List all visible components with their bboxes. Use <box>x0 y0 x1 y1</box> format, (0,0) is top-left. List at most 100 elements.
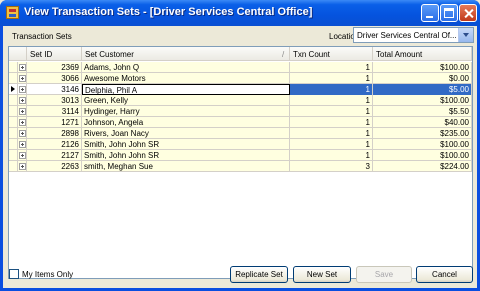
table-row[interactable]: 3114 Hydinger, Harry 1 $5.50 <box>9 106 472 117</box>
customer-cell[interactable]: Hydinger, Harry <box>82 106 290 117</box>
txn-count-cell[interactable]: 1 <box>290 62 373 73</box>
total-amount-cell[interactable]: $0.00 <box>373 73 472 84</box>
row-indicator[interactable] <box>9 73 18 84</box>
table-row[interactable]: 2126 Smith, John John SR 1 $100.00 <box>9 139 472 150</box>
column-header-set-customer-label: Set Customer <box>85 50 134 59</box>
table-row[interactable]: 3013 Green, Kelly 1 $100.00 <box>9 95 472 106</box>
maximize-button[interactable] <box>440 4 458 22</box>
close-button[interactable] <box>459 4 477 22</box>
row-indicator[interactable] <box>9 95 18 106</box>
customer-cell[interactable]: Smith, John John SR <box>82 150 290 161</box>
set-id-cell[interactable]: 2898 <box>27 128 82 139</box>
txn-count-cell[interactable]: 1 <box>290 117 373 128</box>
title-bar[interactable]: View Transaction Sets - [Driver Services… <box>0 0 480 26</box>
row-indicator[interactable] <box>9 150 18 161</box>
row-indicator[interactable] <box>9 117 18 128</box>
row-expand-cell[interactable] <box>18 95 27 106</box>
customer-cell[interactable]: Awesome Motors <box>82 73 290 84</box>
txn-count-cell[interactable]: 1 <box>290 128 373 139</box>
set-id-cell[interactable]: 3146 <box>27 84 82 95</box>
chevron-down-icon[interactable] <box>458 28 473 42</box>
cancel-button[interactable]: Cancel <box>416 266 473 283</box>
set-id-cell[interactable]: 2127 <box>27 150 82 161</box>
row-indicator[interactable] <box>9 106 18 117</box>
new-set-button[interactable]: New Set <box>293 266 351 283</box>
total-amount-cell[interactable]: $5.50 <box>373 106 472 117</box>
table-row[interactable]: 2127 Smith, John John SR 1 $100.00 <box>9 150 472 161</box>
set-id-cell[interactable]: 3066 <box>27 73 82 84</box>
row-indicator[interactable] <box>9 128 18 139</box>
txn-count-cell[interactable]: 1 <box>290 150 373 161</box>
set-id-cell[interactable]: 2126 <box>27 139 82 150</box>
row-expand-cell[interactable] <box>18 117 27 128</box>
total-amount-cell[interactable]: $100.00 <box>373 139 472 150</box>
total-amount-cell[interactable]: $100.00 <box>373 150 472 161</box>
transaction-grid[interactable]: Set ID Set Customer / Txn Count Total Am… <box>8 46 473 279</box>
expand-plus-icon[interactable] <box>19 141 26 148</box>
set-id-cell[interactable]: 3013 <box>27 95 82 106</box>
row-expand-cell[interactable] <box>18 62 27 73</box>
txn-count-cell[interactable]: 1 <box>290 84 373 95</box>
expand-plus-icon[interactable] <box>19 130 26 137</box>
txn-count-cell[interactable]: 1 <box>290 95 373 106</box>
column-header-total-amount[interactable]: Total Amount <box>373 47 472 61</box>
txn-count-cell[interactable]: 1 <box>290 139 373 150</box>
location-dropdown[interactable]: Driver Services Central Of... <box>353 27 474 43</box>
total-amount-cell[interactable]: $235.00 <box>373 128 472 139</box>
location-value: Driver Services Central Of... <box>357 31 457 40</box>
total-amount-cell[interactable]: $224.00 <box>373 161 472 172</box>
row-expand-cell[interactable] <box>18 150 27 161</box>
set-id-cell[interactable]: 2369 <box>27 62 82 73</box>
column-header-set-customer[interactable]: Set Customer / <box>82 47 290 61</box>
row-indicator[interactable] <box>9 161 18 172</box>
customer-cell[interactable]: Rivers, Joan Nacy <box>82 128 290 139</box>
column-header-txn-count[interactable]: Txn Count <box>290 47 373 61</box>
row-indicator[interactable] <box>9 84 18 95</box>
expand-plus-icon[interactable] <box>19 163 26 170</box>
row-expand-cell[interactable] <box>18 128 27 139</box>
set-id-cell[interactable]: 2263 <box>27 161 82 172</box>
table-row[interactable]: 2369 Adams, John Q 1 $100.00 <box>9 62 472 73</box>
txn-count-cell[interactable]: 1 <box>290 73 373 84</box>
customer-cell[interactable]: Smith, John John SR <box>82 139 290 150</box>
set-id-cell[interactable]: 1271 <box>27 117 82 128</box>
row-expand-cell[interactable] <box>18 139 27 150</box>
txn-count-cell[interactable]: 1 <box>290 106 373 117</box>
table-row[interactable]: 2898 Rivers, Joan Nacy 1 $235.00 <box>9 128 472 139</box>
total-amount-cell[interactable]: $5.00 <box>373 84 472 95</box>
column-header-set-id[interactable]: Set ID <box>27 47 82 61</box>
row-indicator[interactable] <box>9 62 18 73</box>
row-indicator[interactable] <box>9 139 18 150</box>
total-amount-cell[interactable]: $100.00 <box>373 62 472 73</box>
expand-plus-icon[interactable] <box>19 119 26 126</box>
expand-plus-icon[interactable] <box>19 75 26 82</box>
customer-cell[interactable]: Green, Kelly <box>82 95 290 106</box>
expand-plus-icon[interactable] <box>19 108 26 115</box>
table-row[interactable]: 3066 Awesome Motors 1 $0.00 <box>9 73 472 84</box>
row-expand-cell[interactable] <box>18 84 27 95</box>
customer-cell[interactable]: smith, Meghan Sue <box>82 161 290 172</box>
customer-cell[interactable]: Delphia, Phil A <box>82 84 290 95</box>
table-row[interactable]: 3146 Delphia, Phil A 1 $5.00 <box>9 84 472 95</box>
customer-cell[interactable]: Adams, John Q <box>82 62 290 73</box>
row-expand-cell[interactable] <box>18 106 27 117</box>
expand-plus-icon[interactable] <box>19 152 26 159</box>
expand-plus-icon[interactable] <box>19 97 26 104</box>
set-id-cell[interactable]: 3114 <box>27 106 82 117</box>
total-amount-cell[interactable]: $40.00 <box>373 117 472 128</box>
txn-count-cell[interactable]: 3 <box>290 161 373 172</box>
expand-plus-icon[interactable] <box>19 64 26 71</box>
my-items-only-checkbox[interactable] <box>9 269 19 279</box>
table-row[interactable]: 1271 Johnson, Angela 1 $40.00 <box>9 117 472 128</box>
replicate-set-button[interactable]: Replicate Set <box>230 266 288 283</box>
row-expand-cell[interactable] <box>18 73 27 84</box>
header-spacer <box>9 47 27 61</box>
minimize-button[interactable] <box>421 4 439 22</box>
my-items-only-label[interactable]: My Items Only <box>22 270 73 279</box>
customer-cell[interactable]: Johnson, Angela <box>82 117 290 128</box>
total-amount-cell[interactable]: $100.00 <box>373 95 472 106</box>
table-row[interactable]: 2263 smith, Meghan Sue 3 $224.00 <box>9 161 472 172</box>
expand-plus-icon[interactable] <box>19 86 26 93</box>
grid-header: Set ID Set Customer / Txn Count Total Am… <box>9 47 472 61</box>
row-expand-cell[interactable] <box>18 161 27 172</box>
